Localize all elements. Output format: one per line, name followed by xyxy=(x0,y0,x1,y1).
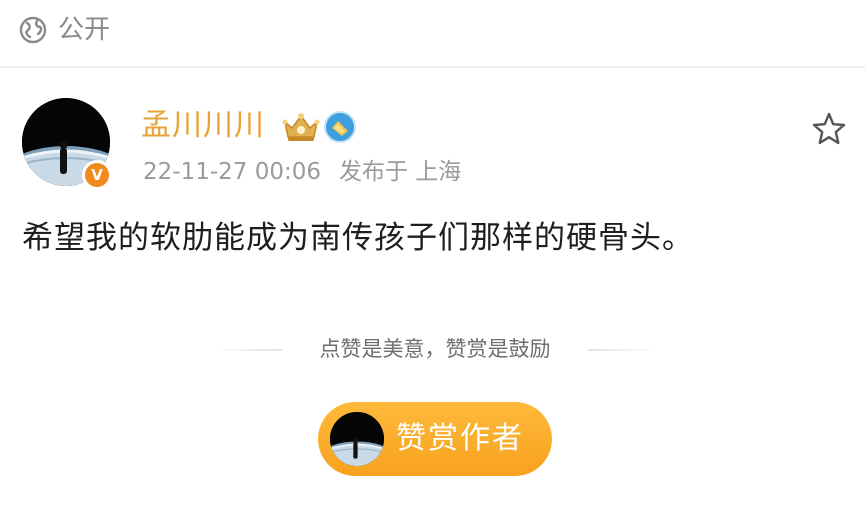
verified-badge: V xyxy=(82,160,112,190)
globe-icon xyxy=(19,16,47,44)
post-meta: 22-11-27 00:06 发布于 上海 xyxy=(143,156,461,188)
reward-hint-row: 点赞是美意，赞赏是鼓励 xyxy=(0,330,865,370)
member-level-icon[interactable] xyxy=(323,110,357,144)
crown-membership-icon[interactable] xyxy=(281,110,321,144)
reward-button-label: 赞赏作者 xyxy=(396,421,524,456)
visibility-bar[interactable]: 公开 xyxy=(0,0,865,66)
hint-divider-left xyxy=(212,349,282,351)
divider xyxy=(0,66,865,68)
reward-author-button[interactable]: 赞赏作者 xyxy=(318,402,552,476)
visibility-label: 公开 xyxy=(58,15,111,45)
weibo-post-page: 公开 V 孟川川川 22-11-27 00:06 发布于 上海 希望我的软肋能成… xyxy=(0,0,865,527)
reward-avatar xyxy=(330,412,384,466)
author-name[interactable]: 孟川川川 xyxy=(141,106,265,146)
post-location: 发布于 上海 xyxy=(339,159,462,185)
reward-hint: 点赞是美意，赞赏是鼓励 xyxy=(319,337,551,361)
post-date: 22-11-27 00:06 xyxy=(143,159,321,185)
star-outline-icon[interactable] xyxy=(810,110,848,148)
hint-divider-right xyxy=(588,349,658,351)
avatar-image xyxy=(330,412,384,466)
post-content: 希望我的软肋能成为南传孩子们那样的硬骨头。 xyxy=(22,220,694,256)
